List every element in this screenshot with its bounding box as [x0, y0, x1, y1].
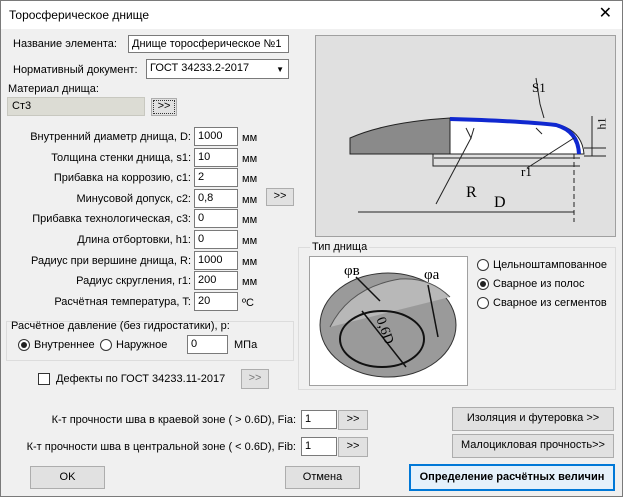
param-label: Прибавка технологическая, c3:: [32, 213, 191, 225]
tolerance-button[interactable]: >>: [266, 188, 294, 206]
param-input[interactable]: 1000: [194, 127, 238, 146]
param-input[interactable]: 10: [194, 148, 238, 167]
param-input[interactable]: 200: [194, 271, 238, 290]
param-label: Расчётная температура, T:: [54, 296, 191, 308]
pressure-label: Расчётное давление (без гидростатики), p…: [11, 320, 230, 332]
defects-checkbox[interactable]: [38, 373, 50, 385]
phi-b-label: φв: [344, 263, 360, 279]
cancel-button[interactable]: Отмена: [285, 466, 360, 489]
param-input[interactable]: 20: [194, 292, 238, 311]
bottom-type-option-label: Сварное из сегментов: [493, 297, 607, 309]
title-bar: Торосферическое днище ✕: [1, 1, 622, 29]
pressure-internal-radio[interactable]: [18, 339, 30, 351]
param-unit: мм: [242, 194, 258, 206]
pressure-unit: МПа: [234, 339, 258, 351]
window-title: Торосферическое днище: [9, 8, 150, 22]
element-name-input[interactable]: Днище торосферическое №1: [128, 35, 289, 53]
bottom-type-option-label: Сварное из полос: [493, 278, 585, 290]
fia-button[interactable]: >>: [338, 410, 368, 430]
param-unit: мм: [242, 153, 258, 165]
fia-label: К-т прочности шва в краевой зоне ( > 0.6…: [51, 414, 296, 426]
pressure-external-label: Наружное: [116, 339, 168, 351]
bottom-type-title: Тип днища: [310, 241, 370, 253]
material-select-button[interactable]: >>: [151, 98, 177, 116]
param-unit: ºС: [242, 297, 254, 309]
param-label: Внутренний диаметр днища, D:: [30, 131, 191, 143]
bottom-type-radio[interactable]: [477, 297, 489, 309]
close-icon[interactable]: ✕: [599, 5, 612, 23]
bottom-type-image: φв φа 0,6D: [309, 256, 468, 386]
bottom-type-option-label: Цельноштампованное: [493, 259, 607, 271]
param-label: Толщина стенки днища, s1:: [51, 152, 191, 164]
pressure-external-radio[interactable]: [100, 339, 112, 351]
s1-label: S1: [532, 80, 546, 95]
bottom-type-radio[interactable]: [477, 259, 489, 271]
pressure-input[interactable]: 0: [187, 335, 228, 354]
define-values-button[interactable]: Определение расчётных величин: [409, 464, 615, 491]
fib-label: К-т прочности шва в центральной зоне ( <…: [26, 441, 296, 453]
R-label: R: [466, 184, 477, 201]
fib-input[interactable]: 1: [301, 437, 337, 456]
r1-label: r1: [521, 164, 532, 179]
fia-input[interactable]: 1: [301, 410, 337, 429]
element-name-label: Название элемента:: [13, 38, 117, 50]
norm-doc-value: ГОСТ 34233.2-2017: [150, 62, 250, 74]
material-value: Ст3: [12, 100, 32, 112]
insulation-button[interactable]: Изоляция и футеровка >>: [452, 407, 614, 431]
param-label: Радиус при вершине днища, R:: [31, 255, 191, 267]
param-label: Длина отбортовки, h1:: [77, 234, 191, 246]
fib-button[interactable]: >>: [338, 437, 368, 457]
param-input[interactable]: 0: [194, 230, 238, 249]
dialog-window: Торосферическое днище ✕ Название элемент…: [0, 0, 623, 497]
param-input[interactable]: 0,8: [194, 189, 238, 208]
low-cycle-button[interactable]: Малоцикловая прочность>>: [452, 434, 614, 458]
phi-a-label: φа: [424, 267, 440, 283]
chevron-down-icon: ▼: [276, 65, 284, 74]
D-label: D: [494, 194, 506, 211]
h1-label: h1: [594, 117, 609, 130]
param-unit: мм: [242, 256, 258, 268]
param-label: Прибавка на коррозию, c1:: [53, 172, 191, 184]
norm-doc-select[interactable]: ГОСТ 34233.2-2017 ▼: [146, 59, 289, 79]
param-unit: мм: [242, 276, 258, 288]
param-unit: мм: [242, 214, 258, 226]
param-unit: мм: [242, 132, 258, 144]
param-label: Минусовой допуск, c2:: [76, 193, 191, 205]
param-input[interactable]: 0: [194, 209, 238, 228]
material-label: Материал днища:: [8, 83, 99, 95]
pressure-internal-label: Внутреннее: [34, 339, 95, 351]
param-input[interactable]: 2: [194, 168, 238, 187]
material-field[interactable]: Ст3: [7, 97, 145, 116]
defects-button[interactable]: >>: [241, 369, 269, 389]
head-drawing: [349, 77, 606, 222]
param-unit: мм: [242, 173, 258, 185]
bottom-type-radio[interactable]: [477, 278, 489, 290]
param-input[interactable]: 1000: [194, 251, 238, 270]
param-unit: мм: [242, 235, 258, 247]
defects-label: Дефекты по ГОСТ 34233.11-2017: [56, 373, 226, 385]
norm-doc-label: Нормативный документ:: [13, 64, 138, 76]
ok-button[interactable]: OK: [30, 466, 105, 489]
param-label: Радиус скругления, r1:: [76, 275, 191, 287]
head-diagram: S1 h1 r1 R D: [315, 35, 616, 237]
